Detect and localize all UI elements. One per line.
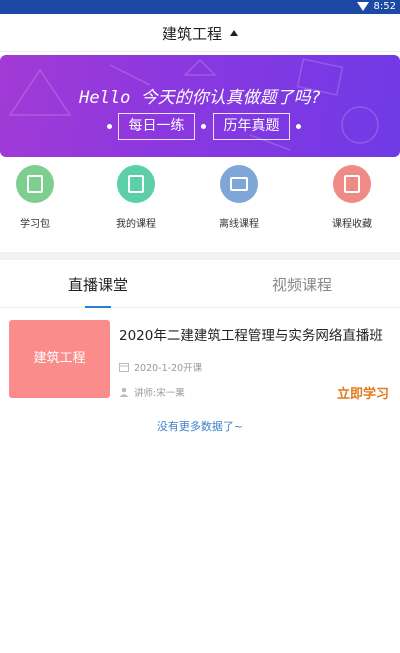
course-thumbnail[interactable]: 建筑工程: [9, 320, 110, 398]
calendar-icon: [119, 363, 129, 372]
status-bar: 8:52: [0, 0, 400, 14]
title-bar: 建筑工程: [0, 14, 400, 52]
tab-video-courses[interactable]: 视频课程: [237, 274, 367, 295]
favorite-course-icon: [333, 165, 371, 203]
book-icon: [16, 165, 54, 203]
my-course-icon: [117, 165, 155, 203]
tab-bar: 直播课堂 视频课程: [0, 260, 400, 308]
active-tab-indicator: [85, 306, 111, 308]
caret-up-icon: [230, 30, 238, 36]
course-date-row: 2020-1-20开课: [119, 360, 202, 374]
quick-links: 学习包 我的课程 离线课程 课程收藏: [0, 165, 400, 245]
quick-link-favorites[interactable]: 课程收藏: [317, 165, 387, 230]
no-more-data-text: 没有更多数据了~: [156, 420, 244, 433]
tab-live-class[interactable]: 直播课堂: [33, 274, 163, 295]
bullet-dot: [201, 124, 206, 129]
banner-headline: Hello 今天的你认真做题了吗?: [79, 88, 321, 108]
past-exams-button[interactable]: 历年真题: [213, 113, 290, 140]
quick-link-label: 课程收藏: [332, 219, 372, 230]
course-teacher: 讲师:宋一果: [134, 388, 185, 399]
start-learning-button[interactable]: 立即学习: [337, 383, 389, 402]
bullet-dot: [296, 124, 301, 129]
bullet-dot: [107, 124, 112, 129]
user-icon: [119, 387, 129, 397]
status-time: 8:52: [373, 1, 396, 12]
quick-link-study-pack[interactable]: 学习包: [0, 165, 70, 230]
quick-link-offline-courses[interactable]: 离线课程: [204, 165, 274, 230]
category-selector[interactable]: 建筑工程: [0, 23, 400, 44]
course-title[interactable]: 2020年二建建筑工程管理与实务网络直播班: [119, 324, 383, 344]
quick-link-label: 我的课程: [116, 219, 156, 230]
daily-practice-button[interactable]: 每日一练: [118, 113, 195, 140]
course-date: 2020-1-20开课: [134, 363, 203, 374]
quick-link-my-courses[interactable]: 我的课程: [101, 165, 171, 230]
promo-banner[interactable]: Hello 今天的你认真做题了吗? 每日一练 历年真题: [0, 55, 400, 157]
section-divider: [0, 252, 400, 260]
course-teacher-row: 讲师:宋一果: [119, 385, 185, 399]
course-card[interactable]: 建筑工程 2020年二建建筑工程管理与实务网络直播班 2020-1-20开课 讲…: [0, 320, 400, 402]
quick-link-label: 学习包: [20, 219, 50, 230]
quick-link-label: 离线课程: [219, 219, 259, 230]
signal-icon: [357, 2, 369, 11]
offline-course-icon: [220, 165, 258, 203]
page-title: 建筑工程: [161, 25, 222, 43]
